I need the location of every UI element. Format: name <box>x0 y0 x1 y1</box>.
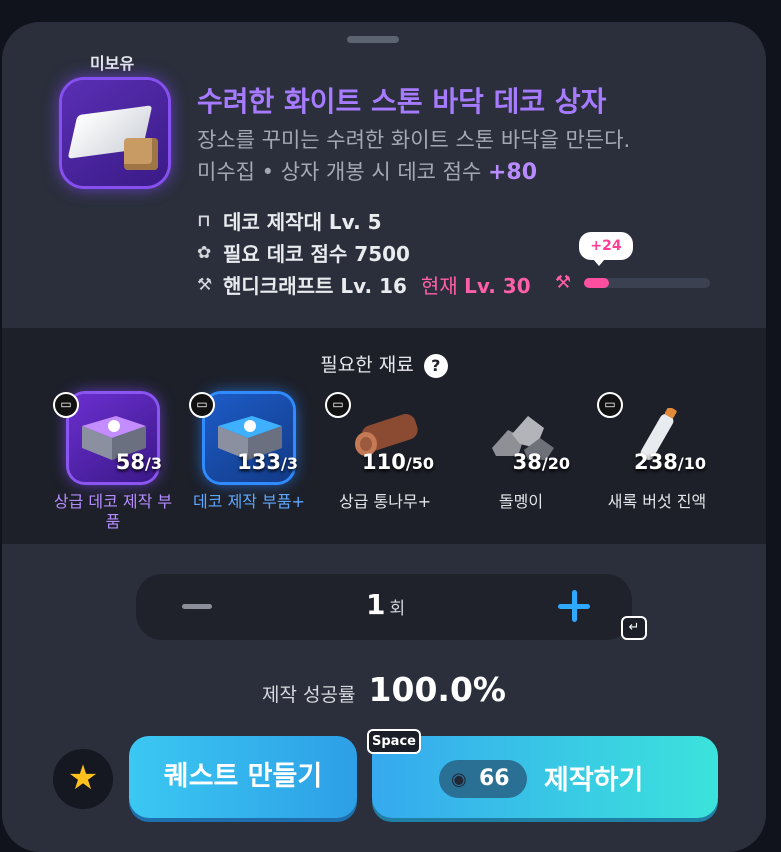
material-item[interactable]: ▭ 58/3 상급 데코 제작 부품 <box>48 392 178 532</box>
material-count: 133/3 <box>237 450 298 474</box>
item-description: 장소를 꾸미는 수려한 화이트 스톤 바닥을 만든다. <box>197 128 631 152</box>
material-count: 110/50 <box>362 450 434 474</box>
material-label: 새록 버섯 진액 <box>607 492 707 511</box>
progress-gain-bubble: +24 <box>579 232 633 266</box>
material-count: 58/3 <box>115 450 162 474</box>
score-bonus: +80 <box>487 160 538 185</box>
requirement-deco-score: ✿ 필요 데코 점수 7500 <box>197 238 410 267</box>
energy-icon: ◉ <box>451 769 467 790</box>
owned-status: 미보유 <box>90 54 135 73</box>
materials-title: 필요한 재료 ? <box>2 350 766 378</box>
favorite-star-button[interactable]: ★ <box>53 749 113 809</box>
workbench-text: 데코 제작대 Lv. 5 <box>223 210 382 234</box>
leaf-icon: ✿ <box>197 242 212 263</box>
craft-skill-text: 핸디크래프트 Lv. 16 <box>223 274 407 298</box>
workbench-icon: ⊓ <box>197 210 211 231</box>
material-item[interactable]: ▭ 110/50 상급 통나무+ <box>320 392 450 532</box>
material-label: 돌멩이 <box>498 492 544 511</box>
enter-key-icon: ↵ <box>621 616 647 640</box>
item-title: 수려한 화이트 스톤 바닥 데코 상자 <box>197 85 607 118</box>
box-art <box>124 138 158 170</box>
current-level: 현재 Lv. 30 <box>420 274 531 298</box>
quantity-stepper: 1회 <box>136 574 632 640</box>
craft-panel: 미보유 수려한 화이트 스톤 바닥 데코 상자 장소를 꾸미는 수려한 화이트 … <box>2 22 766 852</box>
minus-icon[interactable] <box>182 604 212 609</box>
success-rate-value: 100.0% <box>368 670 506 709</box>
collect-text: 미수집 • 상자 개봉 시 데코 점수 <box>197 160 482 184</box>
craft-button-label: 제작하기 <box>544 765 644 796</box>
material-count: 238/10 <box>634 450 706 474</box>
material-label: 상급 데코 제작 부품 <box>53 492 173 531</box>
requirement-craft-skill: ⚒ 핸디크래프트 Lv. 16 현재 Lv. 30 <box>197 270 531 299</box>
skill-progress-icon: ⚒ <box>555 272 572 293</box>
space-key-hint: Space <box>367 729 421 754</box>
requirement-workbench: ⊓ 데코 제작대 Lv. 5 <box>197 206 382 235</box>
plus-icon[interactable] <box>556 588 592 624</box>
material-item[interactable]: ▭ 238/10 새록 버섯 진액 <box>592 392 722 532</box>
hammer-icon: ⚒ <box>197 274 213 295</box>
material-item[interactable]: 38/20 돌멩이 <box>456 392 586 532</box>
star-icon: ★ <box>67 758 99 798</box>
quantity-value: 1회 <box>366 588 406 621</box>
item-icon <box>62 80 168 186</box>
craft-button[interactable]: ◉ 66 제작하기 <box>372 736 718 818</box>
material-label: 데코 제작 부품+ <box>193 492 305 511</box>
materials-title-text: 필요한 재료 <box>320 354 414 376</box>
success-rate-label: 제작 성공률 <box>262 684 356 706</box>
craft-cost: ◉ 66 <box>439 760 527 798</box>
collect-score-line: 미수집 • 상자 개봉 시 데코 점수 +80 <box>197 156 537 186</box>
help-icon[interactable]: ? <box>423 353 448 378</box>
material-count: 38/20 <box>512 450 570 474</box>
material-label: 상급 통나무+ <box>338 492 432 511</box>
material-item[interactable]: ▭ 133/3 데코 제작 부품+ <box>184 392 314 532</box>
deco-score-text: 필요 데코 점수 7500 <box>223 242 410 266</box>
skill-progress-fill <box>584 278 610 288</box>
materials-section: 필요한 재료 ? ▭ 58/3 상급 데코 제작 부품 ▭ 133/3 데코 제… <box>2 328 766 544</box>
drag-handle[interactable] <box>347 36 399 43</box>
skill-progress-bar <box>584 278 710 288</box>
success-rate: 제작 성공률 100.0% <box>2 670 766 709</box>
create-quest-button[interactable]: 퀘스트 만들기 <box>129 736 357 818</box>
